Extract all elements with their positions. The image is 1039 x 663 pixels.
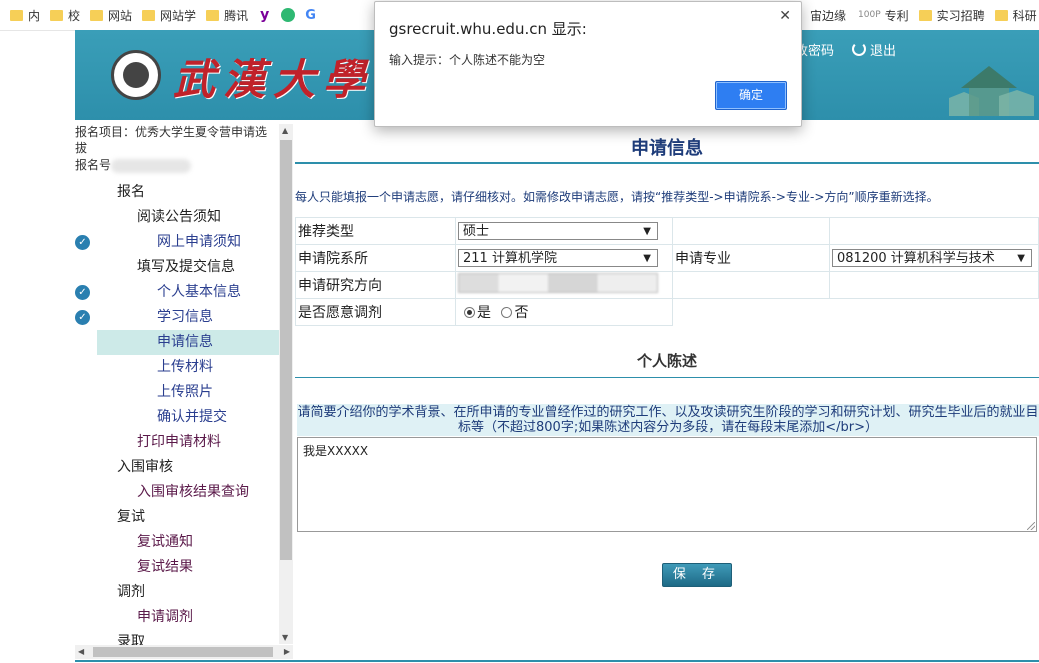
menu-item-retest[interactable]: 复试 bbox=[75, 505, 279, 530]
menu-item-fill-submit[interactable]: 填写及提交信息 bbox=[75, 255, 279, 280]
dialog-title: gsrecruit.whu.edu.cn 显示: bbox=[389, 20, 587, 38]
direction-field[interactable] bbox=[458, 273, 658, 293]
ok-button[interactable]: 确定 bbox=[715, 81, 787, 110]
statement-textarea[interactable]: 我是XXXXX bbox=[297, 437, 1037, 532]
menu-item-confirm-submit[interactable]: 确认并提交 bbox=[75, 405, 279, 430]
statement-title: 个人陈述 bbox=[636, 352, 697, 370]
alert-dialog: gsrecruit.whu.edu.cn 显示: ✕ 输入提示：个人陈述不能为空… bbox=[374, 1, 802, 127]
bookmark-4[interactable]: 网站学 bbox=[142, 7, 196, 24]
bookmarks-bar-right: 宙边缘 100P 专利 实习招聘 科研 bbox=[800, 0, 1037, 30]
sidebar: 报名项目：优秀大学生夏令营申请选拔 报名号 报名 阅读公告须知 ✓ 网上申请须知 … bbox=[75, 120, 279, 645]
page-title: 申请信息 bbox=[631, 138, 703, 159]
menu-item-apply-adjust[interactable]: 申请调剂 bbox=[75, 605, 279, 630]
scroll-up-icon[interactable]: ▲ bbox=[282, 126, 288, 135]
bookmark-1[interactable]: 内 bbox=[10, 7, 40, 24]
adjust-no-label: 否 bbox=[514, 305, 529, 321]
menu-item-registration[interactable]: 报名 bbox=[75, 180, 279, 205]
menu-item-admission[interactable]: 录取 bbox=[75, 630, 279, 645]
bookmark-9[interactable]: 科研 bbox=[994, 7, 1037, 24]
100p-icon: 100P bbox=[858, 10, 881, 20]
bookmark-6[interactable]: 宙边缘 bbox=[810, 7, 846, 24]
adjust-yes-label: 是 bbox=[477, 305, 491, 321]
menu-item-online-notice[interactable]: ✓ 网上申请须知 bbox=[75, 230, 279, 255]
notice-text: 每人只能填报一个申请志愿，请仔细核对。如需修改申请志愿，请按“推荐类型->申请院… bbox=[295, 190, 939, 204]
check-icon: ✓ bbox=[75, 285, 90, 300]
header-links: 改密码 退出 bbox=[795, 40, 896, 59]
scroll-right-icon[interactable]: ▶ bbox=[284, 647, 290, 656]
scrollbar-thumb[interactable] bbox=[93, 647, 273, 657]
registration-number: 报名号 bbox=[75, 156, 279, 173]
sidebar-vertical-scrollbar[interactable]: ▲ ▼ bbox=[279, 124, 293, 644]
power-icon bbox=[852, 42, 867, 56]
bookmark-7[interactable]: 专利 bbox=[885, 7, 909, 24]
type-select[interactable]: 硕士 ▼ bbox=[458, 222, 658, 240]
dept-select[interactable]: 211 计算机学院 ▼ bbox=[458, 249, 658, 267]
menu-item-shortlist-result[interactable]: 入围审核结果查询 bbox=[75, 480, 279, 505]
folder-icon bbox=[10, 9, 23, 21]
chevron-down-icon: ▼ bbox=[643, 253, 651, 264]
main-content: 申请信息 每人只能填报一个申请志愿，请仔细核对。如需修改申请志愿，请按“推荐类型… bbox=[295, 120, 1039, 663]
logout-link[interactable]: 退出 bbox=[852, 40, 896, 59]
adjust-label: 是否愿意调剂 bbox=[295, 298, 456, 326]
university-name-logo: 武漢大學 bbox=[173, 55, 374, 104]
application-form: 推荐类型 硕士 ▼ 申请院系所 211 计算机学院 ▼ 申请专业 081200 计算… bbox=[295, 217, 1039, 326]
chevron-down-icon: ▼ bbox=[643, 226, 651, 237]
check-icon: ✓ bbox=[75, 235, 90, 250]
menu-item-retest-notice[interactable]: 复试通知 bbox=[75, 530, 279, 555]
statement-hint: 请简要介绍你的学术背景、在所申请的专业曾经作过的研究工作、以及攻读研究生阶段的学… bbox=[297, 404, 1039, 436]
check-icon: ✓ bbox=[75, 310, 90, 325]
yahoo-bookmark-icon[interactable]: y bbox=[260, 7, 269, 23]
divider bbox=[295, 377, 1039, 378]
google-bookmark-icon[interactable]: G bbox=[305, 8, 316, 23]
folder-icon bbox=[142, 9, 156, 21]
save-button[interactable]: 保 存 bbox=[662, 563, 732, 587]
redacted-value bbox=[111, 158, 192, 173]
bookmark-2[interactable]: 校 bbox=[50, 7, 80, 24]
university-seal-logo bbox=[111, 50, 161, 100]
bookmark-8[interactable]: 实习招聘 bbox=[918, 7, 985, 24]
chevron-down-icon: ▼ bbox=[1017, 253, 1025, 264]
bookmark-3[interactable]: 网站 bbox=[90, 7, 132, 24]
adjust-yes-radio[interactable] bbox=[464, 307, 475, 318]
menu-item-read-notice[interactable]: 阅读公告须知 bbox=[75, 205, 279, 230]
folder-icon bbox=[206, 9, 220, 21]
project-name: 报名项目：优秀大学生夏令营申请选拔 bbox=[75, 125, 268, 155]
direction-label: 申请研究方向 bbox=[295, 271, 456, 299]
footer-divider bbox=[75, 660, 1039, 662]
menu-item-application-info[interactable]: 申请信息 bbox=[97, 330, 279, 355]
menu-item-study-info[interactable]: ✓ 学习信息 bbox=[75, 305, 279, 330]
green-bookmark-icon[interactable] bbox=[281, 8, 296, 22]
divider bbox=[295, 162, 1039, 164]
scrollbar-thumb[interactable] bbox=[280, 140, 292, 560]
sidebar-menu: 报名 阅读公告须知 ✓ 网上申请须知 填写及提交信息 ✓ 个人基本信息 ✓ 学习信息 … bbox=[75, 180, 279, 645]
menu-item-shortlist[interactable]: 入围审核 bbox=[75, 455, 279, 480]
major-label: 申请专业 bbox=[672, 244, 830, 272]
scroll-left-icon[interactable]: ◀ bbox=[78, 647, 84, 656]
menu-item-adjust[interactable]: 调剂 bbox=[75, 580, 279, 605]
type-label: 推荐类型 bbox=[295, 217, 456, 245]
folder-icon bbox=[50, 9, 64, 21]
adjust-no-radio[interactable] bbox=[501, 307, 513, 318]
resize-handle-icon[interactable] bbox=[1027, 522, 1035, 530]
menu-item-upload-photo[interactable]: 上传照片 bbox=[75, 380, 279, 405]
menu-item-print[interactable]: 打印申请材料 bbox=[75, 430, 279, 455]
sidebar-horizontal-scrollbar[interactable]: ◀ ▶ bbox=[75, 645, 293, 659]
close-icon[interactable]: ✕ bbox=[779, 8, 791, 24]
folder-icon bbox=[90, 9, 104, 21]
folder-icon bbox=[994, 9, 1008, 21]
major-select[interactable]: 081200 计算机科学与技术 ▼ bbox=[832, 249, 1032, 267]
menu-item-upload-materials[interactable]: 上传材料 bbox=[75, 355, 279, 380]
bookmark-5[interactable]: 腾讯 bbox=[206, 7, 248, 24]
scroll-down-icon[interactable]: ▼ bbox=[282, 633, 288, 642]
building-illustration bbox=[949, 66, 1034, 116]
dept-label: 申请院系所 bbox=[295, 244, 456, 272]
dialog-message: 输入提示：个人陈述不能为空 bbox=[389, 53, 546, 67]
menu-item-basic-info[interactable]: ✓ 个人基本信息 bbox=[75, 280, 279, 305]
menu-item-retest-result[interactable]: 复试结果 bbox=[75, 555, 279, 580]
folder-icon bbox=[918, 9, 932, 21]
